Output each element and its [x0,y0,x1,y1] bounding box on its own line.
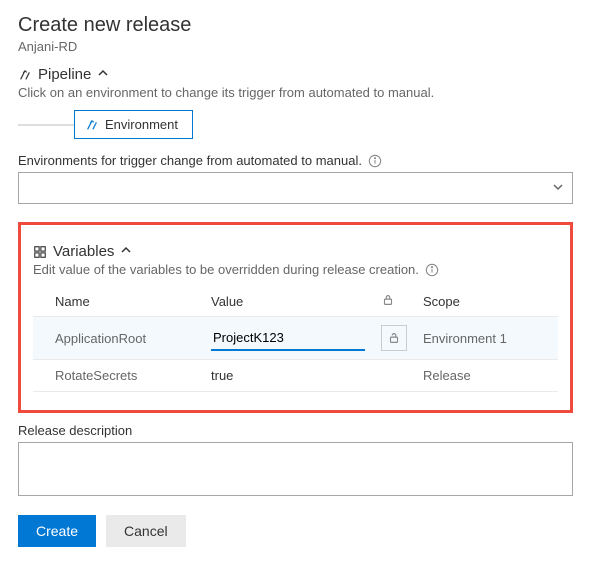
pipeline-connector [18,124,74,126]
var-name: ApplicationRoot [33,317,203,360]
page-title: Create new release [18,14,573,37]
create-button[interactable]: Create [18,515,96,547]
pipeline-label: Pipeline [38,66,91,83]
variables-desc: Edit value of the variables to be overri… [33,262,419,277]
var-value[interactable]: true [203,360,373,392]
col-header-scope[interactable]: Scope [415,287,558,317]
var-scope[interactable]: Environment 1 [415,317,558,360]
variables-table: Name Value Scope ApplicationRoot [33,287,558,392]
release-desc-label: Release description [18,423,573,438]
pipeline-section-toggle[interactable]: Pipeline [18,66,573,83]
variables-section-toggle[interactable]: Variables [33,243,558,260]
var-scope[interactable]: Release [415,360,558,392]
chevron-up-icon [97,66,109,83]
col-header-lock [373,287,415,317]
var-name: RotateSecrets [33,360,203,392]
info-icon[interactable] [368,154,382,168]
footer: Create Cancel [18,515,573,547]
lock-toggle[interactable] [381,325,407,351]
env-trigger-label: Environments for trigger change from aut… [18,153,362,168]
variables-section-highlight: Variables Edit value of the variables to… [18,222,573,413]
pipeline-graph: Environment [18,110,573,139]
chevron-up-icon [120,243,132,260]
col-header-name[interactable]: Name [33,287,203,317]
info-icon[interactable] [425,263,439,277]
cancel-button[interactable]: Cancel [106,515,186,547]
trigger-icon [85,118,99,132]
variables-label: Variables [53,243,114,260]
col-header-value[interactable]: Value [203,287,373,317]
pipeline-desc: Click on an environment to change its tr… [18,85,573,100]
environment-node[interactable]: Environment [74,110,193,139]
environment-node-label: Environment [105,117,178,132]
release-desc-input[interactable] [18,442,573,496]
var-value-input[interactable] [211,326,365,351]
lock-icon [381,293,395,307]
table-row[interactable]: ApplicationRoot Environment 1 [33,317,558,360]
pipeline-icon [18,68,32,82]
variables-icon [33,245,47,259]
table-row[interactable]: RotateSecrets true Release [33,360,558,392]
env-trigger-dropdown[interactable] [18,172,573,204]
page-subtitle: Anjani-RD [18,39,573,54]
chevron-down-icon [552,180,564,196]
